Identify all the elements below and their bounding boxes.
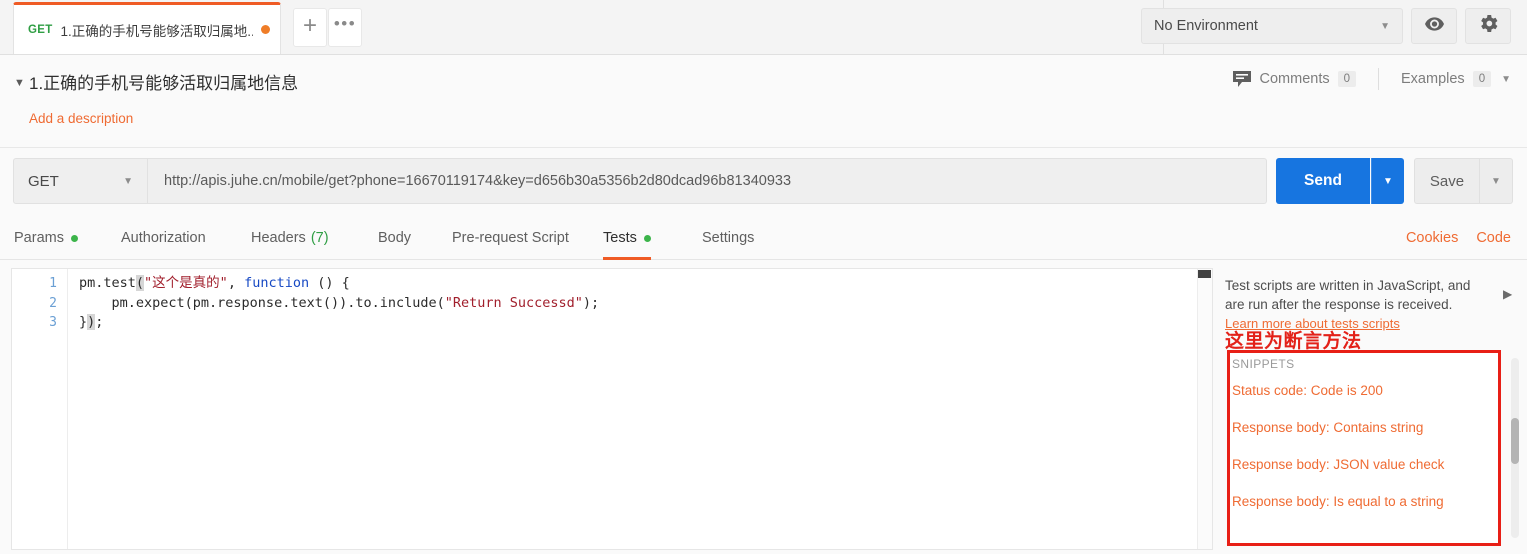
tab-active-underline	[603, 257, 651, 260]
tab-pre-request-script[interactable]: Pre-request Script	[452, 216, 569, 260]
line-number: 2	[49, 295, 57, 311]
tab-options-button[interactable]: •••	[328, 8, 362, 47]
editor-scrollbar-track[interactable]	[1197, 269, 1212, 549]
code-token-string: "Return Successd"	[444, 294, 583, 311]
line-number: 3	[49, 315, 57, 330]
header-divider	[1378, 68, 1380, 90]
code-token-cursor: (	[135, 275, 145, 291]
save-button[interactable]: Save	[1414, 158, 1480, 204]
comment-icon	[1232, 71, 1251, 87]
editor-code-content[interactable]: pm.test("这个是真的", function () { pm.expect…	[68, 274, 599, 333]
editor-scrollbar-thumb[interactable]	[1198, 270, 1211, 278]
tab-tests[interactable]: Tests	[603, 216, 651, 260]
code-line: pm.test("这个是真的", function () {	[79, 274, 599, 294]
gear-icon	[1479, 14, 1498, 38]
code-token-plain: ;	[95, 314, 104, 330]
snippet-item[interactable]: Response body: Contains string	[1232, 420, 1423, 435]
request-tab[interactable]: GET 1.正确的手机号能够活取归属地...	[13, 2, 281, 54]
http-method-label: GET	[28, 172, 59, 190]
request-section-tabs: Params Authorization Headers (7) Body Pre-req…	[0, 216, 1527, 260]
chevron-down-icon: ▼	[123, 175, 133, 187]
send-options-button[interactable]: ▼	[1371, 158, 1404, 204]
tab-label: Tests	[603, 230, 637, 246]
snippets-scrollbar-track[interactable]	[1511, 358, 1519, 538]
request-header-actions: Comments 0 Examples 0 ▼	[1232, 68, 1511, 90]
chevron-down-icon: ▼	[1501, 73, 1511, 85]
tab-active-dot-icon	[643, 234, 651, 242]
url-input[interactable]: http://apis.juhe.cn/mobile/get?phone=166…	[148, 158, 1267, 204]
code-token-plain: pm.test	[79, 275, 136, 291]
examples-label: Examples	[1401, 71, 1465, 87]
code-token-plain: );	[582, 294, 600, 311]
environment-quick-look-button[interactable]	[1411, 8, 1457, 44]
page-title: 1.正确的手机号能够活取归属地信息	[29, 74, 299, 93]
tab-count: (7)	[310, 230, 329, 246]
save-options-button[interactable]: ▼	[1480, 158, 1513, 204]
request-header: ▼ 1.正确的手机号能够活取归属地信息 Add a description Co…	[0, 55, 1527, 148]
http-method-select[interactable]: GET ▼	[13, 158, 148, 204]
snippet-item[interactable]: Response body: Is equal to a string	[1232, 494, 1444, 509]
code-token-plain: () {	[309, 275, 350, 291]
tab-label: Body	[378, 230, 412, 246]
tab-authorization[interactable]: Authorization	[121, 216, 206, 260]
tab-active-dot-icon	[70, 234, 78, 242]
tests-code-editor[interactable]: 1 2 3 pm.test("这个是真的", function () { pm.ex…	[11, 268, 1213, 550]
plus-icon: +	[302, 12, 317, 39]
collapse-caret-icon[interactable]: ▼	[14, 77, 25, 89]
settings-button[interactable]	[1465, 8, 1511, 44]
chevron-right-icon[interactable]: ▶	[1503, 287, 1512, 301]
code-token-string: "这个是真的"	[144, 275, 228, 291]
annotation-text: 这里为断言方法	[1225, 330, 1362, 352]
snippet-item[interactable]: Status code: Code is 200	[1232, 383, 1383, 398]
code-token-keyword: function	[244, 275, 310, 291]
new-tab-button[interactable]: +	[293, 8, 327, 47]
code-line: pm.expect(pm.response.text()).to.include…	[79, 294, 600, 314]
tab-label: Pre-request Script	[452, 230, 569, 246]
comments-label: Comments	[1259, 71, 1330, 87]
code-line: });	[79, 313, 599, 333]
tests-help-panel: Test scripts are written in JavaScript, …	[1225, 270, 1527, 554]
cookies-link[interactable]: Cookies	[1406, 230, 1458, 246]
tab-params[interactable]: Params	[14, 216, 78, 260]
snippets-box: SNIPPETS Status code: Code is 200 Respons…	[1227, 350, 1501, 546]
code-token-plain: pm.expect(pm.response.text()).to.include…	[79, 294, 445, 311]
add-description-link[interactable]: Add a description	[29, 111, 133, 126]
postman-app-window: GET 1.正确的手机号能够活取归属地... + ••• No Environm…	[0, 0, 1527, 554]
tests-help-description: Test scripts are written in JavaScript, …	[1225, 278, 1471, 312]
tab-label: Authorization	[121, 230, 206, 246]
ellipsis-icon: •••	[333, 14, 357, 33]
code-token-plain: }	[79, 314, 88, 330]
url-bar: GET ▼ http://apis.juhe.cn/mobile/get?pho…	[0, 148, 1527, 216]
code-link[interactable]: Code	[1476, 230, 1511, 246]
snippets-header: SNIPPETS	[1232, 357, 1295, 371]
tab-method-label: GET	[28, 23, 53, 36]
unsaved-indicator-icon	[261, 25, 270, 34]
eye-icon	[1424, 16, 1444, 36]
tab-title-label: 1.正确的手机号能够活取归属地...	[60, 23, 253, 39]
snippet-item[interactable]: Response body: JSON value check	[1232, 457, 1444, 472]
examples-count-badge: 0	[1472, 71, 1492, 87]
environment-select[interactable]: No Environment ▼	[1141, 8, 1403, 44]
environment-toolbar: No Environment ▼	[1141, 8, 1511, 44]
line-number: 1	[49, 276, 57, 291]
editor-line-number-gutter: 1 2 3	[12, 269, 68, 549]
request-side-links: Cookies Code	[1406, 216, 1511, 260]
snippets-scrollbar-thumb[interactable]	[1511, 418, 1519, 464]
chevron-down-icon: ▼	[1380, 20, 1390, 32]
comments-count-badge: 0	[1337, 71, 1357, 87]
tab-headers[interactable]: Headers (7)	[251, 216, 329, 260]
examples-button[interactable]: Examples 0 ▼	[1401, 71, 1511, 87]
tab-settings[interactable]: Settings	[702, 216, 754, 260]
send-button[interactable]: Send	[1276, 158, 1370, 204]
code-token-plain: ,	[227, 275, 245, 291]
environment-selected-label: No Environment	[1154, 18, 1258, 34]
tab-label: Headers	[251, 230, 306, 246]
tab-bar: GET 1.正确的手机号能够活取归属地... + ••• No Environm…	[0, 0, 1527, 55]
tab-label: Params	[14, 230, 64, 246]
tab-label: Settings	[702, 230, 755, 246]
tab-body[interactable]: Body	[378, 216, 411, 260]
comments-button[interactable]: Comments 0	[1232, 71, 1357, 87]
